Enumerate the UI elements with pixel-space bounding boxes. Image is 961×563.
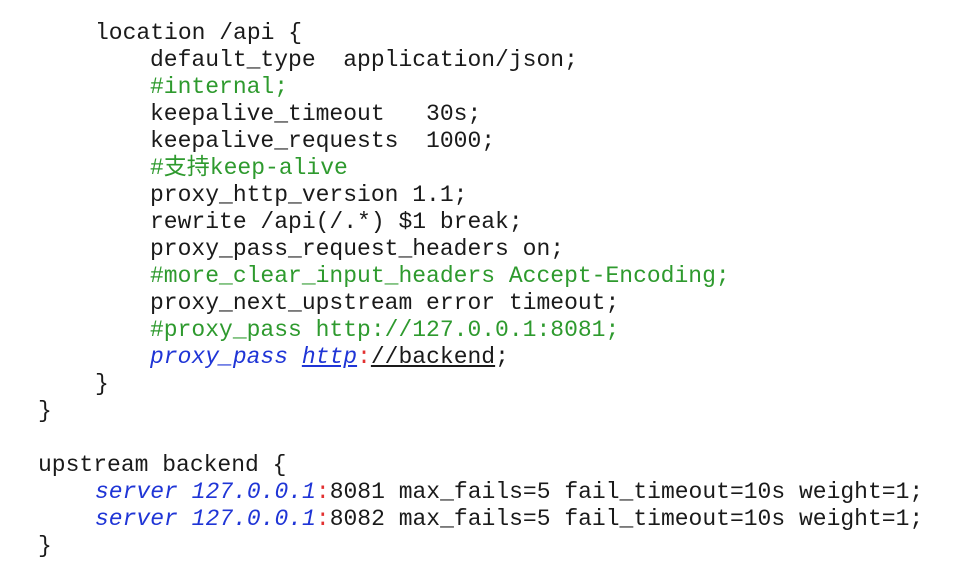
code-line-proxy-pass: proxy_pass http://backend;	[150, 344, 509, 371]
proxy-pass-url-scheme[interactable]: http	[302, 344, 357, 370]
server-colon: :	[315, 506, 330, 532]
code-line-upstream-server-2: server 127.0.0.1:8082 max_fails=5 fail_t…	[95, 506, 923, 533]
proxy-pass-semicolon: ;	[495, 344, 509, 370]
code-line-default-type: default_type application/json;	[150, 47, 578, 73]
server-keyword: server	[95, 479, 178, 505]
server-rest: 8081 max_fails=5 fail_timeout=10s weight…	[329, 479, 924, 505]
code-line-server-close: }	[38, 398, 52, 424]
code-line-proxy-http-version: proxy_http_version 1.1;	[150, 182, 468, 208]
proxy-pass-keyword: proxy_pass	[150, 344, 289, 370]
proxy-pass-url-rest[interactable]: //backend	[371, 344, 495, 370]
code-line-rewrite: rewrite /api(/.*) $1 break;	[150, 209, 523, 235]
code-line-proxy-pass-request-headers: proxy_pass_request_headers on;	[150, 236, 565, 262]
server-host: 127.0.0.1	[191, 506, 316, 532]
server-keyword: server	[95, 506, 178, 532]
code-comment-internal: #internal;	[150, 74, 289, 100]
code-line-location-close: }	[95, 371, 109, 397]
code-comment-more-clear-headers: #more_clear_input_headers Accept-Encodin…	[150, 263, 730, 289]
server-rest: 8082 max_fails=5 fail_timeout=10s weight…	[329, 506, 924, 532]
code-line-keepalive-requests: keepalive_requests 1000;	[150, 128, 496, 154]
code-line-location-open: location /api {	[95, 20, 303, 46]
code-line-upstream-close: }	[38, 533, 52, 559]
code-line-keepalive-timeout: keepalive_timeout 30s;	[150, 101, 482, 127]
server-colon: :	[315, 479, 330, 505]
code-comment-keepalive: #支持keep-alive	[150, 155, 348, 181]
code-line-proxy-next-upstream: proxy_next_upstream error timeout;	[150, 290, 620, 316]
code-line-upstream-open: upstream backend {	[38, 452, 287, 478]
server-host: 127.0.0.1	[191, 479, 316, 505]
code-line-upstream-server-1: server 127.0.0.1:8081 max_fails=5 fail_t…	[95, 479, 923, 506]
code-comment-proxy-pass: #proxy_pass http://127.0.0.1:8081;	[150, 317, 620, 343]
code-block: location /api { default_type application…	[0, 0, 961, 563]
proxy-pass-url-colon: :	[357, 344, 371, 370]
